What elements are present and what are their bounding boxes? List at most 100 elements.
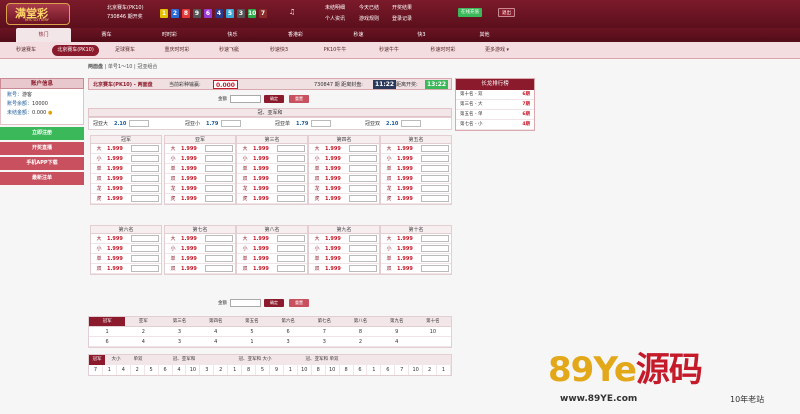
register-button[interactable]: 立即注册 [0, 127, 84, 140]
bet-option[interactable]: 单 1.999 [381, 254, 451, 264]
result-col-header[interactable]: 第五名 [234, 317, 270, 326]
reset-button[interactable]: 重置 [289, 95, 309, 103]
subnav-7[interactable]: 秒速牛牛 [369, 45, 409, 56]
bet-option[interactable]: 大 1.999 [237, 234, 307, 244]
subnav-3[interactable]: 重庆时时彩 [155, 45, 199, 56]
result-col-header[interactable]: 冠军 [89, 317, 126, 326]
link-login-log[interactable]: 登录记录 [392, 15, 412, 22]
result-col-header[interactable]: 亚军 [125, 317, 161, 326]
bet-amount-input[interactable] [205, 175, 233, 182]
result-col-header[interactable]: 第六名 [270, 317, 306, 326]
gy-cell[interactable]: 冠亚双 2.10 [365, 120, 422, 127]
bet-option[interactable]: 龙 1.999 [237, 184, 307, 194]
bet-option[interactable]: 虎 1.999 [237, 194, 307, 204]
bet-option[interactable]: 龙 1.999 [91, 184, 161, 194]
bet-amount-input[interactable] [131, 145, 159, 152]
bet-option[interactable]: 单 1.999 [237, 164, 307, 174]
history-tab[interactable]: 单双 [127, 355, 149, 365]
bet-option[interactable]: 单 1.999 [381, 164, 451, 174]
gy-input[interactable] [311, 120, 332, 127]
subnav-more[interactable]: 更多游戏 ▾ [477, 45, 517, 56]
bet-amount-input[interactable] [205, 265, 233, 272]
bet-amount-input[interactable] [205, 195, 233, 202]
bet-amount-input[interactable] [349, 235, 377, 242]
bet-amount-input[interactable] [205, 255, 233, 262]
nav-racing[interactable]: 赛车 [79, 28, 134, 42]
link-unsettled[interactable]: 未结明细 [325, 4, 345, 11]
subnav-5[interactable]: 秒速快3 [259, 45, 299, 56]
bet-option[interactable]: 小 1.999 [237, 244, 307, 254]
nav-seconds[interactable]: 秒速 [331, 28, 386, 42]
bet-amount-input[interactable] [277, 265, 305, 272]
nav-ssc[interactable]: 时时彩 [142, 28, 197, 42]
subnav-8[interactable]: 秒速时时彩 [423, 45, 463, 56]
bet-option[interactable]: 龙 1.999 [381, 184, 451, 194]
link-settled-today[interactable]: 今天已结 [359, 4, 379, 11]
bet-amount-input[interactable] [131, 185, 159, 192]
bet-amount-input[interactable] [349, 155, 377, 162]
bet-option[interactable]: 大 1.999 [309, 234, 379, 244]
confirm-button[interactable]: 确定 [264, 299, 284, 307]
bet-option[interactable]: 小 1.999 [237, 154, 307, 164]
bet-option[interactable]: 龙 1.999 [309, 184, 379, 194]
bet-amount-input[interactable] [277, 175, 305, 182]
bet-amount-input[interactable] [349, 255, 377, 262]
bet-amount-input[interactable] [421, 255, 449, 262]
bet-option[interactable]: 小 1.999 [165, 154, 235, 164]
bet-amount-input[interactable] [349, 195, 377, 202]
bet-option[interactable]: 大 1.999 [165, 234, 235, 244]
bet-amount-input[interactable] [421, 175, 449, 182]
bet-option[interactable]: 大 1.999 [91, 144, 161, 154]
bet-amount-input[interactable] [349, 175, 377, 182]
bet-amount-input[interactable] [277, 145, 305, 152]
bet-option[interactable]: 双 1.999 [165, 174, 235, 184]
bet-option[interactable]: 龙 1.999 [165, 184, 235, 194]
bet-amount-input[interactable] [349, 145, 377, 152]
bet-amount-input[interactable] [205, 245, 233, 252]
link-profile[interactable]: 个人资讯 [325, 15, 345, 22]
history-tab[interactable]: 大小 [105, 355, 127, 365]
link-results[interactable]: 开奖结果 [392, 4, 412, 11]
bet-amount-input[interactable] [205, 145, 233, 152]
bet-option[interactable]: 单 1.999 [165, 164, 235, 174]
bet-amount-input[interactable] [349, 165, 377, 172]
bet-amount-input[interactable] [205, 185, 233, 192]
site-logo[interactable]: 满堂彩 MTC LOTTERY [6, 3, 70, 25]
bet-option[interactable]: 双 1.999 [309, 174, 379, 184]
bet-amount-input[interactable] [205, 155, 233, 162]
bet-option[interactable]: 大 1.999 [309, 144, 379, 154]
bet-amount-input[interactable] [205, 165, 233, 172]
bet-amount-input[interactable] [421, 165, 449, 172]
bet-option[interactable]: 小 1.999 [309, 244, 379, 254]
bet-option[interactable]: 小 1.999 [165, 244, 235, 254]
bet-option[interactable]: 大 1.999 [381, 144, 451, 154]
bet-option[interactable]: 单 1.999 [165, 254, 235, 264]
bet-option[interactable]: 单 1.999 [91, 254, 161, 264]
result-col-header[interactable]: 第四名 [198, 317, 234, 326]
gy-input[interactable] [129, 120, 150, 127]
gy-input[interactable] [221, 120, 242, 127]
gy-input[interactable] [401, 120, 422, 127]
bet-option[interactable]: 双 1.999 [165, 264, 235, 274]
bet-amount-input[interactable] [421, 155, 449, 162]
reset-button[interactable]: 重置 [289, 299, 309, 307]
bet-option[interactable]: 虎 1.999 [165, 194, 235, 204]
logout-button[interactable]: 退出 [498, 8, 515, 17]
bet-option[interactable]: 双 1.999 [91, 264, 161, 274]
bet-amount-input[interactable] [349, 185, 377, 192]
amount-input[interactable] [230, 95, 261, 103]
bet-amount-input[interactable] [131, 195, 159, 202]
crumb-two-sides[interactable]: 两面盘 [88, 64, 103, 70]
subnav-0[interactable]: 秒速赛车 [6, 45, 46, 56]
bet-option[interactable]: 虎 1.999 [91, 194, 161, 204]
bet-option[interactable]: 双 1.999 [237, 264, 307, 274]
subnav-4[interactable]: 秒速飞艇 [209, 45, 249, 56]
history-tab[interactable]: 冠、亚军和 大小 [219, 355, 291, 365]
bet-amount-input[interactable] [277, 165, 305, 172]
bet-amount-input[interactable] [421, 265, 449, 272]
latest-bets-button[interactable]: 最新注单 [0, 172, 84, 185]
bet-amount-input[interactable] [421, 245, 449, 252]
bet-option[interactable]: 小 1.999 [381, 154, 451, 164]
bet-option[interactable]: 单 1.999 [237, 254, 307, 264]
bet-amount-input[interactable] [421, 145, 449, 152]
